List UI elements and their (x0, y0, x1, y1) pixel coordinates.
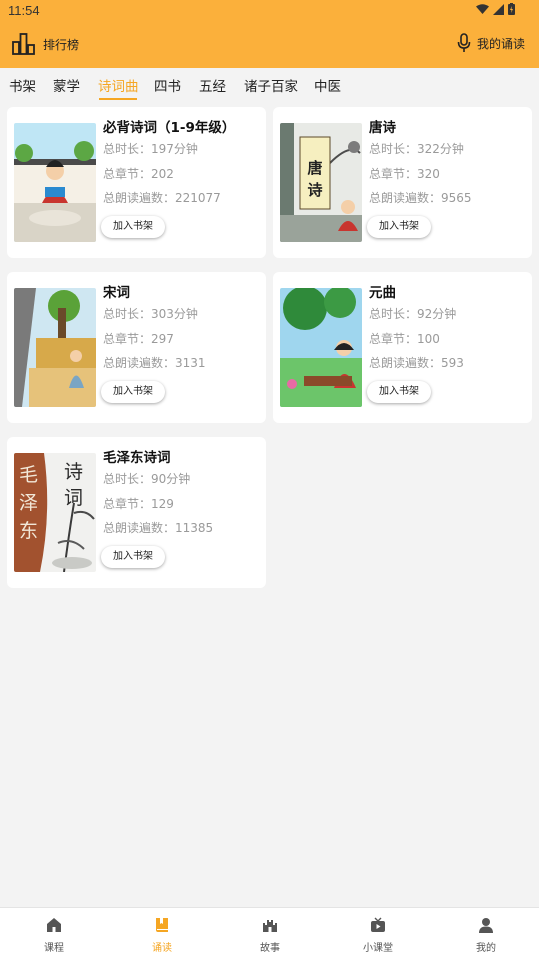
nav-label: 诵读 (152, 943, 172, 954)
ranking-label: 排行榜 (43, 37, 80, 52)
book-duration: 总时长：322分钟 (369, 142, 464, 156)
nav-item-story[interactable]: 故事 (216, 908, 324, 958)
book-card[interactable]: 唐诗 唐诗 总时长：322分钟 总章节：320 总朗读遍数：9565 加入书架 (273, 107, 532, 258)
book-read-count: 总朗读遍数：9565 (369, 191, 472, 205)
book-title: 唐诗 (369, 120, 396, 136)
category-tabs: 书架 蒙学 诗词曲 四书 五经 诸子百家 中医 (0, 68, 539, 100)
book-read-count: 总朗读遍数：3131 (103, 356, 206, 370)
tv-icon (371, 917, 385, 932)
ranking-icon (12, 33, 35, 55)
book-chapters: 总章节：202 (103, 167, 174, 181)
castle-icon (263, 920, 277, 932)
tab-enlightenment[interactable]: 蒙学 (53, 75, 80, 95)
cover-title-text: 诗词 (64, 461, 84, 509)
cover-title-text: 唐诗 (307, 159, 323, 199)
status-icons (476, 3, 515, 15)
book-title: 毛泽东诗词 (103, 450, 171, 466)
book-chapters: 总章节：129 (103, 497, 174, 511)
book-card[interactable]: 必背诗词（1-9年级） 总时长：197分钟 总章节：202 总朗读遍数：2210… (7, 107, 266, 258)
add-to-shelf-button[interactable]: 加入书架 (101, 546, 165, 568)
tab-active-indicator (99, 98, 137, 100)
person-icon (479, 918, 493, 933)
tab-chinese-medicine[interactable]: 中医 (314, 75, 341, 95)
my-recitation-button[interactable]: 我的诵读 (457, 33, 525, 53)
home-icon (47, 918, 61, 932)
book-cover (280, 288, 362, 407)
book-cover: 毛泽东 诗词 (14, 453, 96, 572)
add-to-shelf-button[interactable]: 加入书架 (367, 216, 431, 238)
nav-item-profile[interactable]: 我的 (432, 908, 539, 958)
add-to-shelf-button[interactable]: 加入书架 (101, 381, 165, 403)
book-read-count: 总朗读遍数：11385 (103, 521, 214, 535)
book-chapters: 总章节：100 (369, 332, 440, 346)
book-chapters: 总章节：320 (369, 167, 440, 181)
bottom-navigation: 课程 诵读 故事 小课堂 我的 (0, 907, 539, 958)
book-read-count: 总朗读遍数：221077 (103, 191, 221, 205)
book-title: 元曲 (369, 285, 396, 301)
tab-five-classics[interactable]: 五经 (199, 75, 226, 95)
book-duration: 总时长：92分钟 (369, 307, 457, 321)
book-cover (14, 123, 96, 242)
tab-hundred-schools[interactable]: 诸子百家 (244, 75, 298, 95)
battery-icon (508, 3, 515, 15)
add-to-shelf-button[interactable]: 加入书架 (367, 381, 431, 403)
book-cover (14, 288, 96, 407)
book-duration: 总时长：90分钟 (103, 472, 191, 486)
book-card[interactable]: 毛泽东 诗词 毛泽东诗词 总时长：90分钟 总章节：129 总朗读遍数：1138… (7, 437, 266, 588)
my-recitation-label: 我的诵读 (476, 36, 525, 51)
nav-item-course[interactable]: 课程 (0, 908, 108, 958)
book-title: 宋词 (103, 285, 130, 301)
book-icon (156, 918, 168, 932)
book-read-count: 总朗读遍数：593 (369, 356, 464, 370)
tab-bookshelf[interactable]: 书架 (9, 75, 36, 95)
tab-poetry[interactable]: 诗词曲 (98, 75, 139, 95)
nav-label: 故事 (260, 943, 280, 954)
book-card[interactable]: 元曲 总时长：92分钟 总章节：100 总朗读遍数：593 加入书架 (273, 272, 532, 423)
book-chapters: 总章节：297 (103, 332, 174, 346)
add-to-shelf-button[interactable]: 加入书架 (101, 216, 165, 238)
ranking-button[interactable]: 排行榜 (12, 33, 79, 55)
book-card[interactable]: 宋词 总时长：303分钟 总章节：297 总朗读遍数：3131 加入书架 (7, 272, 266, 423)
status-time: 11:54 (8, 3, 40, 18)
signal-icon (493, 3, 504, 15)
nav-label: 课程 (44, 943, 64, 954)
book-title: 必背诗词（1-9年级） (103, 120, 236, 136)
nav-item-classroom[interactable]: 小课堂 (324, 908, 432, 958)
book-cover: 唐诗 (280, 123, 362, 242)
wifi-icon (476, 3, 489, 14)
microphone-icon (457, 33, 471, 52)
nav-item-recite[interactable]: 诵读 (108, 908, 216, 958)
book-duration: 总时长：303分钟 (103, 307, 198, 321)
app-header: 11:54 排行榜 我的诵读 (0, 0, 539, 68)
book-duration: 总时长：197分钟 (103, 142, 198, 156)
nav-label: 小课堂 (363, 943, 393, 954)
cover-title-text: 毛泽东 (19, 464, 39, 542)
tab-four-books[interactable]: 四书 (154, 75, 181, 95)
nav-label: 我的 (476, 943, 496, 954)
